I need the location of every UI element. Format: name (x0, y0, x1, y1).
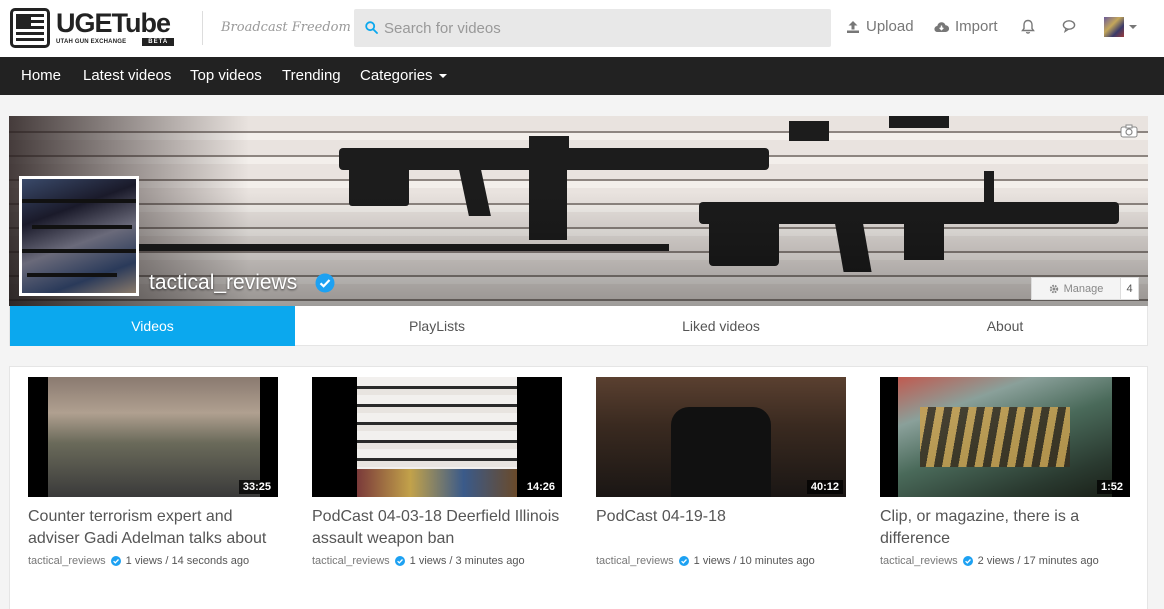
video-stats: 1 views / 3 minutes ago (409, 555, 525, 567)
nav-item-home[interactable]: Home (21, 67, 61, 84)
import-label: Import (955, 18, 998, 35)
video-owner[interactable]: tactical_reviews (312, 555, 390, 567)
video-duration: 40:12 (806, 480, 843, 494)
manage-button[interactable]: Manage (1031, 277, 1121, 300)
video-duration: 14:26 (522, 480, 559, 494)
video-stats: 2 views / 17 minutes ago (977, 555, 1099, 567)
video-thumbnail[interactable]: 33:25 (28, 377, 278, 497)
flag-logo-icon (10, 8, 50, 48)
search-icon[interactable] (365, 21, 378, 34)
video-title[interactable]: Counter terrorism expert and adviser Gad… (28, 506, 286, 550)
search-input[interactable] (384, 9, 824, 47)
header-divider (202, 11, 203, 45)
verified-icon (110, 556, 121, 566)
video-thumbnail[interactable]: 1:52 (880, 377, 1130, 497)
search-box (354, 9, 831, 47)
nav-item-categories[interactable]: Categories (360, 67, 447, 84)
video-title[interactable]: PodCast 04-19-18 (596, 506, 854, 528)
upload-icon (847, 20, 859, 33)
nav-item-top-videos[interactable]: Top videos (190, 67, 262, 84)
top-header: UGETube UTAH GUN EXCHANGE BETA Broadcast… (0, 0, 1164, 57)
cloud-icon (934, 21, 949, 32)
video-thumbnail[interactable]: 14:26 (312, 377, 562, 497)
beta-badge: BETA (142, 38, 175, 46)
main-nav: Home Latest videos Top videos Trending C… (0, 57, 1164, 95)
logo-name: UGETube (56, 8, 171, 38)
verified-icon (678, 556, 689, 566)
video-title[interactable]: Clip, or magazine, there is a difference (880, 506, 1138, 550)
video-stats: 1 views / 14 seconds ago (125, 555, 250, 567)
video-duration: 33:25 (238, 480, 275, 494)
nav-item-categories-label: Categories (360, 67, 433, 84)
logo-subtitle: UTAH GUN EXCHANGE (56, 39, 127, 45)
tab-liked-videos[interactable]: Liked videos (579, 306, 863, 346)
video-owner[interactable]: tactical_reviews (596, 555, 674, 567)
channel-tabs: Videos PlayLists Liked videos About (9, 306, 1148, 346)
video-owner[interactable]: tactical_reviews (880, 555, 958, 567)
bell-icon[interactable] (1021, 19, 1035, 35)
import-button[interactable]: Import (934, 18, 998, 35)
video-title[interactable]: PodCast 04-03-18 Deerfield Illinois assa… (312, 506, 570, 550)
manage-label: Manage (1063, 282, 1104, 295)
tab-videos[interactable]: Videos (10, 306, 295, 346)
camera-icon[interactable] (1120, 124, 1138, 138)
tab-about[interactable]: About (863, 306, 1147, 346)
verified-icon (394, 556, 405, 566)
verified-icon (962, 556, 973, 566)
manage-count: 4 (1121, 277, 1139, 300)
video-meta: tactical_reviews 1 views / 10 minutes ag… (596, 555, 866, 567)
tagline: Broadcast Freedom (221, 20, 351, 35)
video-meta: tactical_reviews 1 views / 14 seconds ag… (28, 555, 298, 567)
upload-button[interactable]: Upload (846, 18, 914, 35)
tab-playlists[interactable]: PlayLists (295, 306, 579, 346)
video-meta: tactical_reviews 2 views / 17 minutes ag… (880, 555, 1150, 567)
video-duration: 1:52 (1096, 480, 1127, 494)
chevron-down-icon[interactable] (1129, 25, 1137, 29)
video-grid: 33:25 Counter terrorism expert and advis… (9, 366, 1148, 609)
channel-name: tactical_reviews (149, 271, 298, 294)
caret-down-icon (438, 74, 447, 79)
video-meta: tactical_reviews 1 views / 3 minutes ago (312, 555, 582, 567)
channel-avatar[interactable] (19, 176, 139, 296)
nav-item-trending[interactable]: Trending (282, 67, 341, 84)
video-owner[interactable]: tactical_reviews (28, 555, 106, 567)
verified-badge-icon (315, 273, 335, 293)
video-stats: 1 views / 10 minutes ago (693, 555, 815, 567)
upload-label: Upload (866, 18, 914, 35)
user-avatar[interactable] (1104, 17, 1124, 37)
site-logo[interactable]: UGETube UTAH GUN EXCHANGE BETA (10, 7, 175, 49)
nav-item-latest-videos[interactable]: Latest videos (83, 67, 171, 84)
video-thumbnail[interactable]: 40:12 (596, 377, 846, 497)
gear-icon (1049, 284, 1058, 293)
chat-icon[interactable] (1062, 19, 1078, 34)
